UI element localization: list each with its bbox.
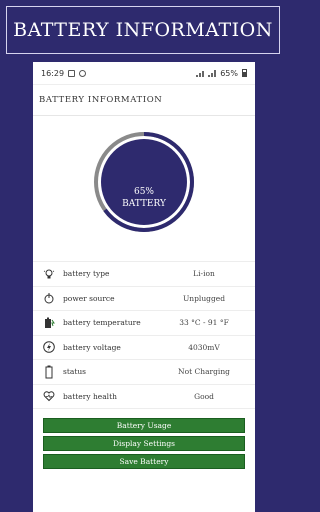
gauge-percent: 65% [133,187,154,197]
battery-usage-button[interactable]: Battery Usage [43,418,245,433]
app-bar-title: BATTERY INFORMATION [39,95,163,105]
battery-icon [33,365,59,379]
gauge-fill [101,139,187,225]
row-label: battery voltage [63,342,121,352]
gauge-ring [94,132,194,232]
gallery-icon [68,69,76,77]
thermometer-icon [33,317,59,329]
row-value: 4030mV [188,342,220,352]
row-label: status [63,367,87,377]
lightbulb-icon [33,268,59,280]
list-item: battery temperature 33 °C - 91 °F [33,310,255,335]
shield-icon [79,69,87,77]
signal-icon [196,70,205,77]
app-bar: BATTERY INFORMATION [33,85,255,116]
row-value: 33 °C - 91 °F [179,318,229,328]
battery-info-list: battery type Li-ion power source Unplugg… [33,261,255,409]
list-item: status Not Charging [33,359,255,384]
list-item: power source Unplugged [33,285,255,311]
status-time: 16:29 [41,68,65,78]
list-item: battery voltage 4030mV [33,334,255,360]
row-label: battery health [63,391,117,401]
row-value: Good [194,391,214,401]
signal-2-icon [208,69,217,77]
row-label: battery type [63,269,110,279]
row-value: Li-ion [193,269,215,279]
app-banner: BATTERY INFORMATION [6,6,280,54]
row-value: Not Charging [178,367,230,377]
save-battery-button[interactable]: Save Battery [43,454,245,469]
banner-title: BATTERY INFORMATION [13,19,273,41]
row-value: Unplugged [182,293,226,303]
list-item: battery health Good [33,383,255,409]
lightning-icon [33,341,59,354]
row-label: power source [63,293,115,303]
status-battery-icon [242,69,247,77]
action-buttons: Battery Usage Display Settings Save Batt… [33,418,255,469]
row-label: battery temperature [63,318,141,328]
status-bar: 16:29 65% [33,62,255,85]
gauge-caption: BATTERY [122,199,166,209]
power-icon [33,292,59,304]
display-settings-button[interactable]: Display Settings [43,436,245,451]
status-battery-percent: 65% [220,68,238,78]
heart-icon [33,390,59,402]
phone-screen: 16:29 65% BATTERY INFORMATION 65% BATTER… [33,62,255,512]
battery-gauge: 65% BATTERY [33,116,255,251]
list-item: battery type Li-ion [33,261,255,286]
